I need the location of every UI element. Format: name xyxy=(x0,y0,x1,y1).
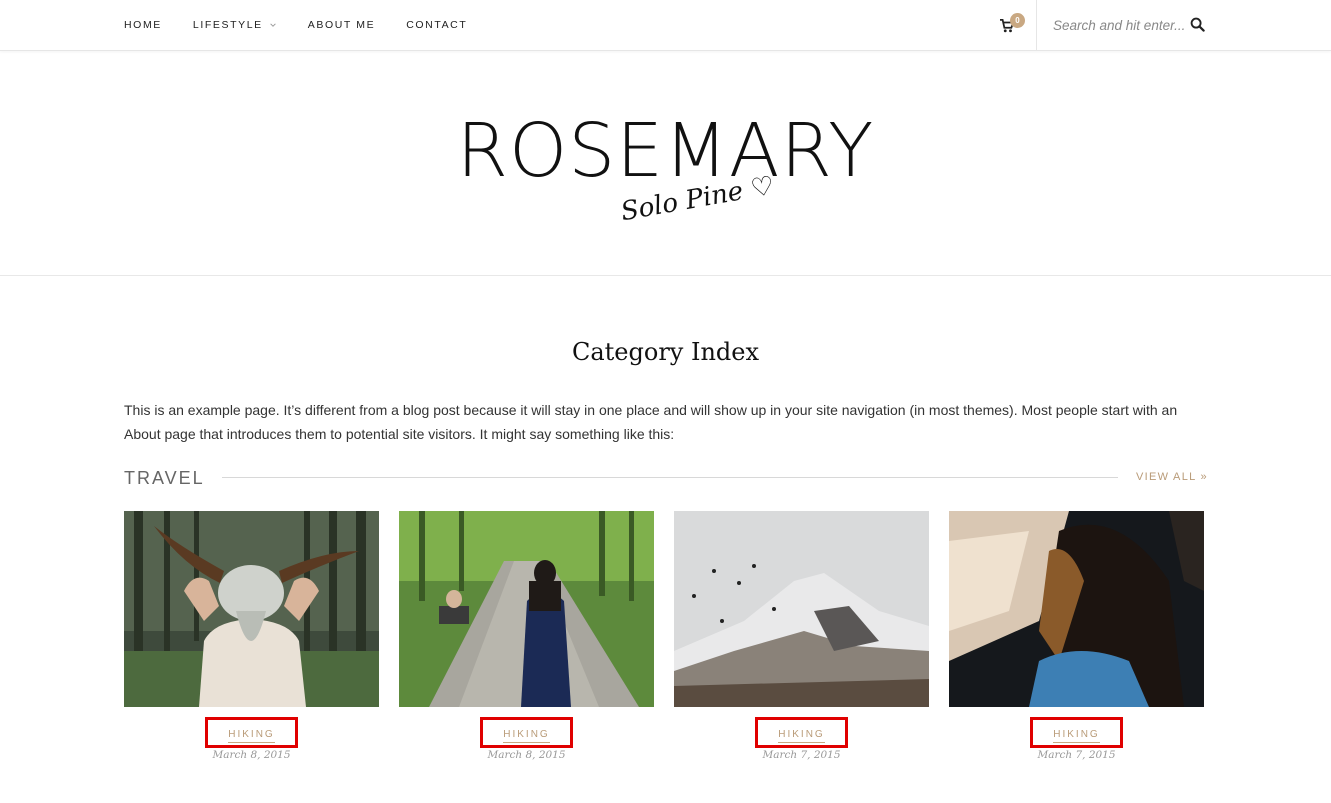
nav-item-label: CONTACT xyxy=(406,19,468,31)
top-navigation-bar: HOME LIFESTYLE ABOUT ME CONTACT 0 xyxy=(0,0,1331,51)
page-intro-text: This is an example page. It’s different … xyxy=(124,402,1178,442)
search-icon[interactable] xyxy=(1190,17,1205,32)
post-category[interactable]: HIKING xyxy=(124,717,379,748)
category-label: HIKING xyxy=(778,729,825,743)
post-category[interactable]: HIKING xyxy=(399,717,654,748)
nav-item-home[interactable]: HOME xyxy=(124,19,162,31)
site-logo[interactable]: ROSEMARY Solo Pine ♡ xyxy=(0,108,1331,227)
category-highlight-box: HIKING xyxy=(755,717,848,748)
nav-item-label: HOME xyxy=(124,19,162,31)
photo-woman-holding-skull xyxy=(124,511,379,707)
post-date: March 7, 2015 xyxy=(1037,749,1116,761)
post-card: HIKING March 8, 2015 xyxy=(124,511,379,761)
page-title: Category Index xyxy=(571,338,760,366)
nav-item-label: LIFESTYLE xyxy=(192,19,263,31)
category-highlight-box: HIKING xyxy=(1030,717,1123,748)
post-thumbnail[interactable] xyxy=(674,511,929,707)
category-highlight-box: HIKING xyxy=(205,717,298,748)
category-label: HIKING xyxy=(1053,729,1100,743)
category-label: HIKING xyxy=(503,729,550,743)
nav-item-label: ABOUT ME xyxy=(307,19,376,31)
post-thumbnail[interactable] xyxy=(124,511,379,707)
post-category[interactable]: HIKING xyxy=(949,717,1204,748)
cart-count-badge: 0 xyxy=(1010,13,1025,28)
category-highlight-box: HIKING xyxy=(480,717,573,748)
post-card: HIKING March 8, 2015 xyxy=(399,511,654,761)
main-menu: HOME LIFESTYLE ABOUT ME CONTACT xyxy=(124,0,498,50)
chevron-down-icon xyxy=(270,23,276,27)
post-date: March 8, 2015 xyxy=(487,749,566,761)
cart-button[interactable]: 0 xyxy=(1000,13,1030,36)
photo-woman-in-car xyxy=(949,511,1204,707)
view-all-link[interactable]: VIEW ALL » xyxy=(1136,471,1208,483)
heart-icon: ♡ xyxy=(748,170,777,205)
post-date: March 7, 2015 xyxy=(762,749,841,761)
header-divider xyxy=(0,275,1331,276)
logo-title: ROSEMARY xyxy=(456,108,875,194)
photo-woman-on-park-path xyxy=(399,511,654,707)
section-divider xyxy=(222,477,1118,478)
search-input[interactable] xyxy=(1053,15,1188,35)
nav-item-about-me[interactable]: ABOUT ME xyxy=(308,19,375,31)
post-thumbnail[interactable] xyxy=(399,511,654,707)
post-card: HIKING March 7, 2015 xyxy=(949,511,1204,761)
category-label: HIKING xyxy=(228,729,275,743)
post-card: HIKING March 7, 2015 xyxy=(674,511,929,761)
post-date: March 8, 2015 xyxy=(212,749,291,761)
post-thumbnail[interactable] xyxy=(949,511,1204,707)
nav-item-contact[interactable]: CONTACT xyxy=(406,19,467,31)
search-divider xyxy=(1036,0,1037,50)
photo-snowy-mountain-birds xyxy=(674,511,929,707)
post-category[interactable]: HIKING xyxy=(674,717,929,748)
nav-item-lifestyle[interactable]: LIFESTYLE xyxy=(193,19,277,31)
section-title: TRAVEL xyxy=(124,468,205,488)
